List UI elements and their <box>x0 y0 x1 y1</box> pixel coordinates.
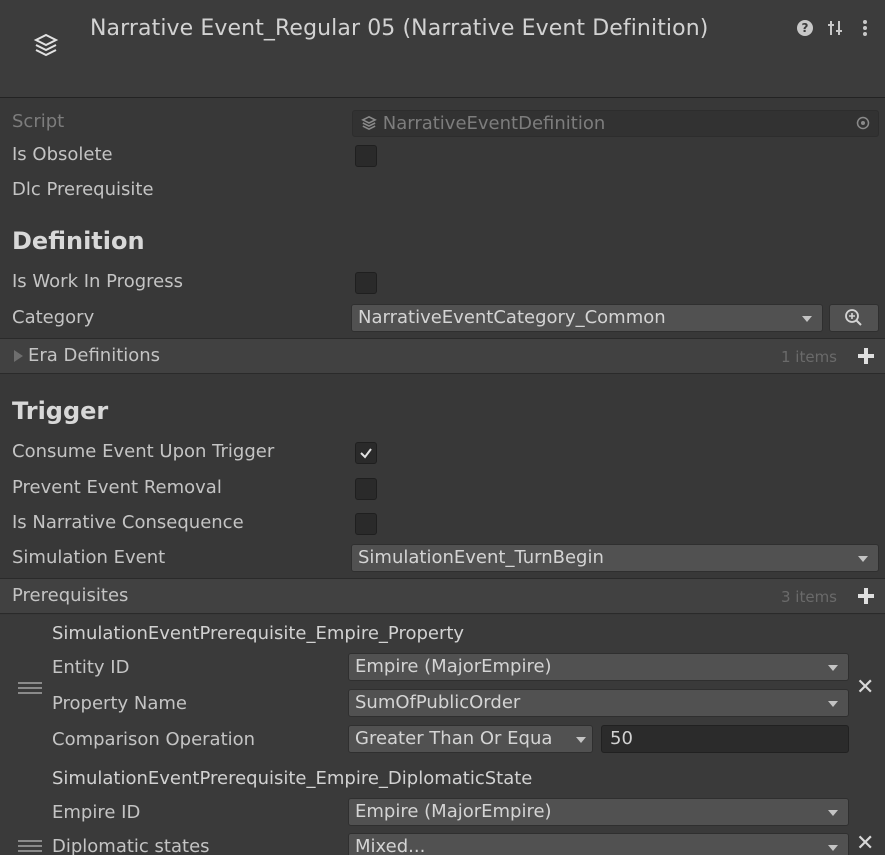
entity-id-label: Entity ID <box>52 657 130 678</box>
era-definitions-label: Era Definitions <box>28 345 161 366</box>
prevent-removal-label: Prevent Event Removal <box>12 477 222 498</box>
consume-row: Consume Event Upon Trigger <box>0 436 885 470</box>
add-era-definition-icon[interactable] <box>853 343 879 369</box>
prevent-removal-checkbox[interactable] <box>355 478 377 500</box>
diplomatic-states-label: Diplomatic states <box>52 836 210 855</box>
era-definitions-bar[interactable]: Era Definitions 1 items <box>0 338 885 374</box>
is-consequence-label: Is Narrative Consequence <box>12 512 244 533</box>
empire-id-value: Empire (MajorEmpire) <box>355 801 552 822</box>
script-icon <box>361 115 377 131</box>
inspector-title: Narrative Event_Regular 05 (Narrative Ev… <box>90 16 709 41</box>
is-obsolete-row: Is Obsolete <box>0 139 885 173</box>
is-consequence-checkbox[interactable] <box>355 513 377 535</box>
prerequisite-element: SimulationEventPrerequisite_Empire_Prope… <box>0 615 885 760</box>
add-prerequisite-icon[interactable] <box>853 583 879 609</box>
category-value: NarrativeEventCategory_Common <box>358 307 666 328</box>
comparison-operation-value: Greater Than Or Equa <box>355 728 553 749</box>
simulation-event-row: Simulation Event SimulationEvent_TurnBeg… <box>0 542 885 576</box>
is-wip-row: Is Work In Progress <box>0 266 885 300</box>
script-field: NarrativeEventDefinition <box>352 110 879 137</box>
entity-id-value: Empire (MajorEmpire) <box>355 656 552 677</box>
prerequisites-count: 3 items <box>780 588 837 606</box>
checkmark-icon <box>360 448 372 459</box>
property-name-label: Property Name <box>52 693 187 714</box>
more-menu-icon[interactable] <box>855 18 875 38</box>
threshold-input[interactable]: 50 <box>601 725 849 753</box>
remove-prerequisite-icon[interactable]: ✕ <box>856 675 874 700</box>
is-wip-label: Is Work In Progress <box>12 271 183 292</box>
prerequisite-title: SimulationEventPrerequisite_Empire_Prope… <box>52 623 465 644</box>
chevron-down-icon <box>576 737 586 743</box>
trigger-heading: Trigger <box>12 397 109 425</box>
category-row: Category NarrativeEventCategory_Common <box>0 302 885 336</box>
comparison-operation-label: Comparison Operation <box>52 729 256 750</box>
script-value: NarrativeEventDefinition <box>382 113 606 134</box>
chevron-down-icon <box>858 556 868 562</box>
era-definitions-count: 1 items <box>780 348 837 366</box>
empire-id-label: Empire ID <box>52 802 141 823</box>
simulation-event-label: Simulation Event <box>12 547 166 568</box>
inspector-header: Narrative Event_Regular 05 (Narrative Ev… <box>0 0 885 98</box>
prerequisite-title: SimulationEventPrerequisite_Empire_Diplo… <box>52 768 533 789</box>
is-consequence-row: Is Narrative Consequence <box>0 507 885 541</box>
category-dropdown[interactable]: NarrativeEventCategory_Common <box>351 304 823 332</box>
dlc-prerequisite-row: Dlc Prerequisite <box>0 174 885 208</box>
help-icon[interactable]: ? <box>795 18 815 38</box>
prerequisites-label: Prerequisites <box>12 585 129 606</box>
drag-handle-icon[interactable] <box>18 682 42 696</box>
chevron-down-icon <box>802 316 812 322</box>
script-label: Script <box>12 111 65 132</box>
definition-heading: Definition <box>12 227 145 255</box>
inspect-button[interactable] <box>829 304 879 332</box>
foldout-arrow-icon[interactable] <box>14 350 23 362</box>
scriptable-object-icon <box>28 27 64 63</box>
script-row: Script NarrativeEventDefinition <box>0 106 885 140</box>
chevron-down-icon <box>828 845 838 851</box>
comparison-operation-dropdown[interactable]: Greater Than Or Equa <box>348 725 593 753</box>
consume-checkbox[interactable] <box>355 442 377 464</box>
category-label: Category <box>12 307 95 328</box>
is-obsolete-checkbox[interactable] <box>355 145 377 167</box>
consume-label: Consume Event Upon Trigger <box>12 441 275 462</box>
entity-id-dropdown[interactable]: Empire (MajorEmpire) <box>348 653 849 681</box>
chevron-down-icon <box>828 810 838 816</box>
drag-handle-icon[interactable] <box>18 840 42 854</box>
dlc-prerequisite-label: Dlc Prerequisite <box>12 179 154 200</box>
prerequisites-bar[interactable]: Prerequisites 3 items <box>0 578 885 614</box>
zoom-in-icon <box>845 309 862 326</box>
is-wip-checkbox[interactable] <box>355 272 377 294</box>
empire-id-dropdown[interactable]: Empire (MajorEmpire) <box>348 798 849 826</box>
diplomatic-states-value: Mixed... <box>355 836 426 855</box>
object-picker-icon[interactable] <box>856 111 870 136</box>
is-obsolete-label: Is Obsolete <box>12 144 113 165</box>
chevron-down-icon <box>828 665 838 671</box>
simulation-event-dropdown[interactable]: SimulationEvent_TurnBegin <box>351 544 879 572</box>
chevron-down-icon <box>828 701 838 707</box>
property-name-value: SumOfPublicOrder <box>355 692 521 713</box>
diplomatic-states-dropdown[interactable]: Mixed... <box>348 833 849 855</box>
simulation-event-value: SimulationEvent_TurnBegin <box>358 547 604 568</box>
inspector-window: Narrative Event_Regular 05 (Narrative Ev… <box>0 0 885 855</box>
property-name-dropdown[interactable]: SumOfPublicOrder <box>348 689 849 717</box>
prevent-removal-row: Prevent Event Removal <box>0 472 885 506</box>
svg-text:?: ? <box>802 21 809 35</box>
remove-prerequisite-icon[interactable]: ✕ <box>856 831 874 855</box>
prerequisite-element: SimulationEventPrerequisite_Empire_Diplo… <box>0 760 885 855</box>
preset-icon[interactable] <box>825 18 845 38</box>
